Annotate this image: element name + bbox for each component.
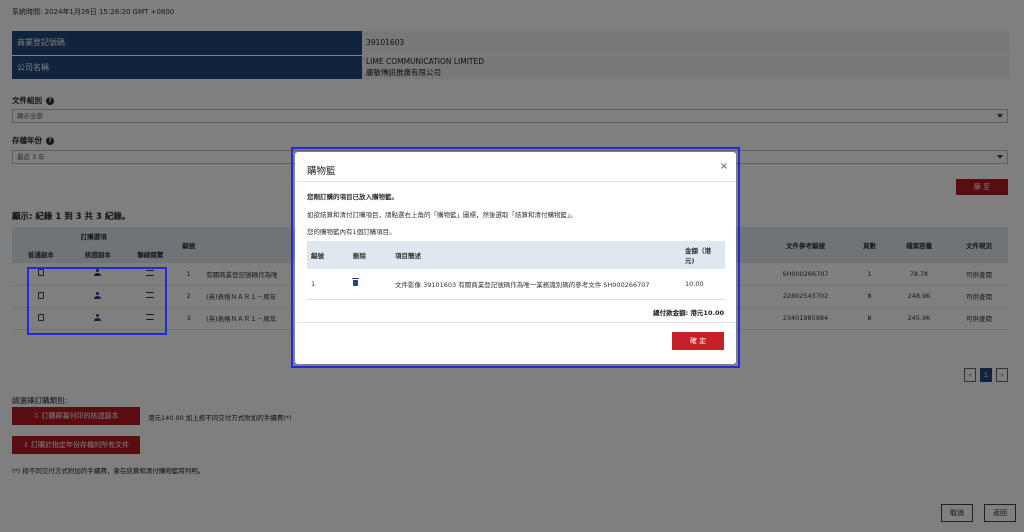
cart-amount-header: 金額（港 元) [681,241,725,269]
cart-number-header: 編號 [307,241,349,269]
order-icons-highlight-box [27,267,167,335]
modal-title: 購物籃 [307,166,336,177]
cart-table: 編號 刪除 項目簡述 金額（港 元) 1 文件影像 39101603 有關商業登記… [307,241,725,300]
cart-total: 總付款金額: 港元10.00 [653,309,724,317]
confirm-button[interactable]: 確 定 [672,332,724,350]
modal-instructions: 如欲結算和清付訂購項目，請點選右上角的「購物籃」圖標，然後選取「結算和清付購物籃… [307,211,577,219]
cart-delete-header: 刪除 [349,241,391,269]
close-icon[interactable]: × [720,161,728,172]
shopping-cart-modal: 購物籃 × 您剛訂購的項目已放入購物籃。 如欲結算和清付訂購項目，請點選右上角的… [295,152,736,364]
cart-desc-header: 項目簡述 [391,241,681,269]
modal-message: 您剛訂購的項目已放入購物籃。 [307,193,398,201]
trash-icon[interactable] [352,277,359,286]
modal-divider [295,322,736,323]
modal-divider [295,181,736,182]
modal-count: 您的購物籃內有1個訂購項目。 [307,228,396,236]
cart-row: 1 文件影像 39101603 有關商業登記號碼作為唯一業務識別碼的參考文件 S… [307,269,725,300]
